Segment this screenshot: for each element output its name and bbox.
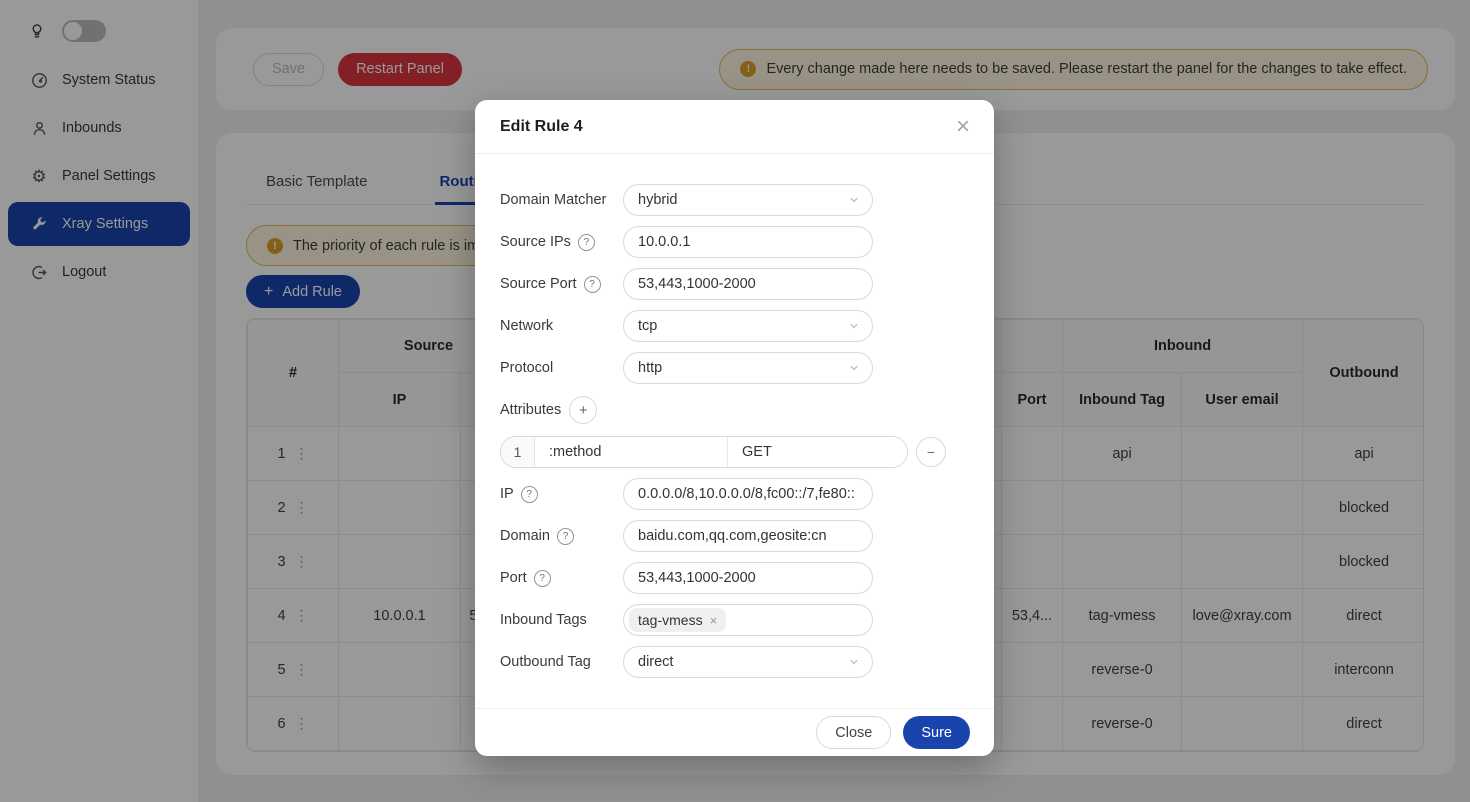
chevron-down-icon xyxy=(848,194,860,206)
protocol-select[interactable]: http xyxy=(623,352,873,384)
app-root: System Status Inbounds ⚙ Panel Settings xyxy=(0,0,1470,802)
field-label: Inbound Tags xyxy=(500,612,623,628)
modal-body: Domain Matcher hybrid Source IPs? Source… xyxy=(500,154,970,678)
outbound-tag-select[interactable]: direct xyxy=(623,646,873,678)
attribute-key-input[interactable] xyxy=(535,437,728,467)
domain-input[interactable] xyxy=(623,520,873,552)
field-label: Port xyxy=(500,570,527,586)
tag-chip: tag-vmess × xyxy=(629,608,726,632)
outbound-tag-value: direct xyxy=(638,654,673,670)
protocol-value: http xyxy=(638,360,662,376)
field-label: Attributes xyxy=(500,402,561,418)
modal-header: Edit Rule 4 × xyxy=(475,100,994,154)
network-value: tcp xyxy=(638,318,657,334)
tag-remove-icon[interactable]: × xyxy=(710,613,718,628)
chevron-down-icon xyxy=(848,656,860,668)
help-icon[interactable]: ? xyxy=(578,234,595,251)
attribute-input-group: 1 xyxy=(500,436,908,468)
field-protocol: Protocol http xyxy=(500,352,970,384)
field-domain-matcher: Domain Matcher hybrid xyxy=(500,184,970,216)
field-label: Protocol xyxy=(500,360,623,376)
field-ip: IP? xyxy=(500,478,970,510)
inbound-tags-select[interactable]: tag-vmess × xyxy=(623,604,873,636)
modal-title: Edit Rule 4 xyxy=(500,118,583,136)
help-icon[interactable]: ? xyxy=(534,570,551,587)
chevron-down-icon xyxy=(848,320,860,332)
network-select[interactable]: tcp xyxy=(623,310,873,342)
modal-footer: Close Sure xyxy=(475,708,994,756)
chevron-down-icon xyxy=(848,362,860,374)
field-domain: Domain? xyxy=(500,520,970,552)
field-source-ips: Source IPs? xyxy=(500,226,970,258)
tag-chip-label: tag-vmess xyxy=(638,612,703,628)
field-label: Outbound Tag xyxy=(500,654,623,670)
attribute-value-input[interactable] xyxy=(728,437,907,467)
domain-matcher-value: hybrid xyxy=(638,192,678,208)
field-port: Port? xyxy=(500,562,970,594)
attribute-index: 1 xyxy=(501,437,535,467)
field-label: Domain Matcher xyxy=(500,192,623,208)
field-label: IP xyxy=(500,486,514,502)
source-port-input[interactable] xyxy=(623,268,873,300)
edit-rule-modal: Edit Rule 4 × Domain Matcher hybrid Sour… xyxy=(475,100,994,756)
field-label: Source Port xyxy=(500,276,577,292)
port-input[interactable] xyxy=(623,562,873,594)
source-ips-input[interactable] xyxy=(623,226,873,258)
help-icon[interactable]: ? xyxy=(521,486,538,503)
sure-button[interactable]: Sure xyxy=(903,716,970,749)
add-attribute-button[interactable]: + xyxy=(569,396,597,424)
help-icon[interactable]: ? xyxy=(557,528,574,545)
field-attributes-label-row: Attributes + xyxy=(500,394,970,426)
field-label: Domain xyxy=(500,528,550,544)
field-label: Source IPs xyxy=(500,234,571,250)
attribute-row: 1 − xyxy=(500,436,970,468)
remove-attribute-button[interactable]: − xyxy=(916,437,946,467)
field-inbound-tags: Inbound Tags tag-vmess × xyxy=(500,604,970,636)
close-icon[interactable]: × xyxy=(956,115,970,139)
help-icon[interactable]: ? xyxy=(584,276,601,293)
field-network: Network tcp xyxy=(500,310,970,342)
close-button[interactable]: Close xyxy=(816,716,891,749)
field-source-port: Source Port? xyxy=(500,268,970,300)
domain-matcher-select[interactable]: hybrid xyxy=(623,184,873,216)
ip-input[interactable] xyxy=(623,478,873,510)
field-label: Network xyxy=(500,318,623,334)
field-outbound-tag: Outbound Tag direct xyxy=(500,646,970,678)
